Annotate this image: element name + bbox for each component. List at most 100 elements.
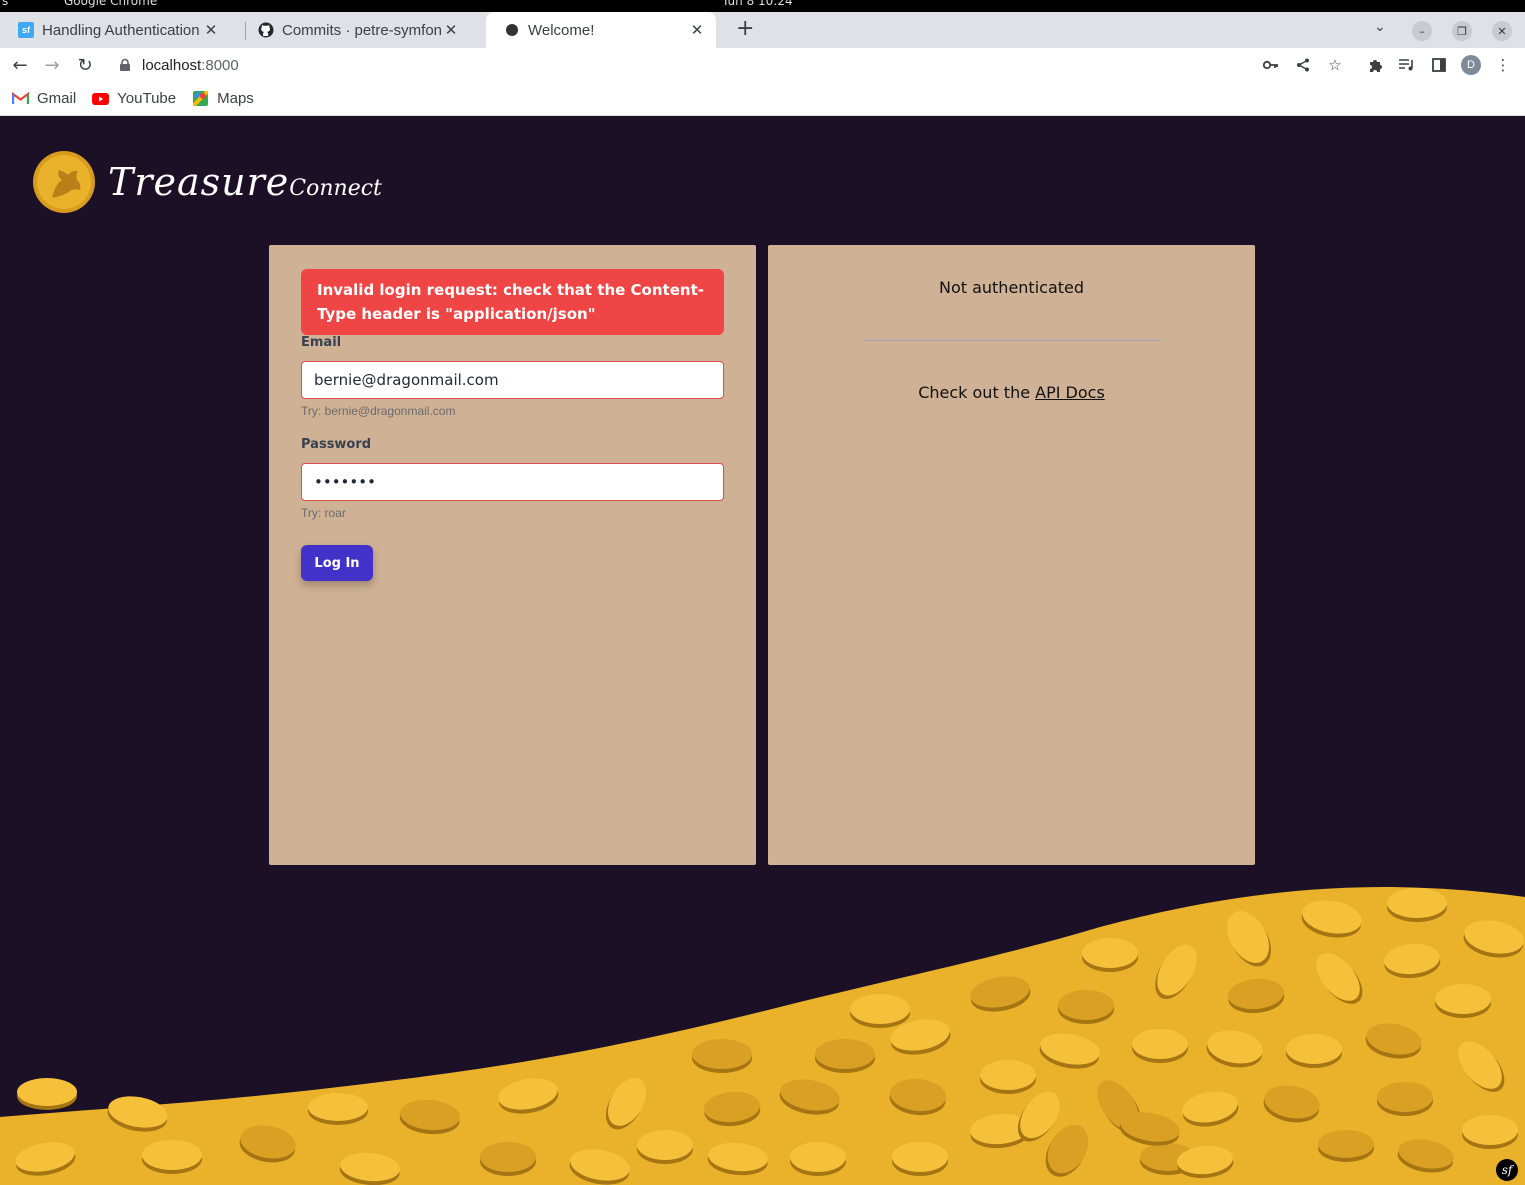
bookmarks-bar: Gmail YouTube Maps: [0, 82, 1525, 116]
gold-coin: [239, 1125, 296, 1163]
email-label: Email: [301, 335, 342, 350]
os-bar-fragment: s: [2, 0, 9, 8]
gold-coin: [1458, 1041, 1505, 1092]
gold-coin: [970, 976, 1031, 1012]
minimize-icon[interactable]: –: [1412, 21, 1432, 41]
gold-coin: [1318, 1130, 1374, 1162]
gold-coin: [637, 1130, 693, 1164]
reload-icon[interactable]: ↻: [73, 53, 97, 77]
gold-coin: [1435, 984, 1491, 1018]
api-docs-link[interactable]: API Docs: [1035, 383, 1105, 402]
bookmark-gmail[interactable]: Gmail: [12, 90, 76, 107]
bookmark-label: Maps: [217, 90, 254, 107]
restore-icon[interactable]: ❐: [1452, 21, 1472, 41]
gold-coin: [498, 1078, 559, 1114]
bookmark-youtube[interactable]: YouTube: [92, 90, 176, 107]
gold-coin: [1082, 938, 1138, 972]
youtube-icon: [92, 92, 110, 106]
gold-coin: [892, 1142, 948, 1176]
password-key-icon[interactable]: [1261, 55, 1281, 75]
gold-coin: [1462, 1115, 1518, 1149]
gold-coin: [15, 1142, 76, 1176]
address-bar[interactable]: localhost:8000: [108, 50, 1288, 80]
gold-coin: [1263, 1085, 1320, 1123]
gold-coin: [850, 994, 910, 1028]
gold-coin: [569, 1149, 630, 1185]
gold-coin: [707, 1142, 768, 1176]
gold-coin: [1227, 911, 1271, 967]
url-host: localhost: [142, 56, 202, 74]
password-field[interactable]: [301, 463, 724, 501]
profile-avatar[interactable]: D: [1461, 55, 1481, 75]
gold-coin-pile-illustration: [0, 887, 1525, 1185]
new-tab-icon[interactable]: +: [736, 16, 754, 41]
close-tab-icon[interactable]: ✕: [688, 21, 706, 39]
tab-handling-authentication[interactable]: sf Handling Authentication ✕: [0, 12, 230, 48]
bookmark-label: YouTube: [117, 90, 177, 107]
page-content: TreasureConnect Invalid login request: c…: [0, 117, 1525, 1185]
gold-coin: [1017, 1091, 1060, 1142]
brand-name-main: Treasure: [108, 160, 290, 204]
gold-coin: [480, 1142, 536, 1176]
gold-coin: [704, 1091, 761, 1127]
gold-coin: [1384, 943, 1441, 979]
brand-name: TreasureConnect: [108, 160, 382, 204]
tab-title: Commits · petre-symfony/: [282, 21, 442, 39]
tab-strip: sf Handling Authentication ✕ Commits · p…: [0, 12, 1525, 48]
tab-title: Handling Authentication: [42, 21, 200, 39]
gold-coin: [1301, 900, 1362, 938]
close-tab-icon[interactable]: ✕: [202, 21, 220, 39]
status-card: Not authenticated Check out the API Docs: [768, 245, 1255, 865]
gold-coin: [1387, 888, 1447, 922]
gold-coin: [1132, 1029, 1188, 1063]
gold-coin: [692, 1039, 752, 1073]
more-menu-icon[interactable]: ⋮: [1493, 55, 1513, 75]
treasureconnect-logo[interactable]: TreasureConnect: [32, 150, 382, 214]
gold-coin: [1286, 1034, 1342, 1068]
gold-coin: [339, 1152, 400, 1185]
close-window-icon[interactable]: ✕: [1492, 21, 1512, 41]
email-field[interactable]: [301, 361, 724, 399]
dragon-coin-icon: [33, 151, 95, 213]
gold-coin: [889, 1078, 946, 1116]
symfonycasts-icon: sf: [18, 22, 34, 38]
share-icon[interactable]: [1293, 55, 1313, 75]
gold-coin: [815, 1039, 875, 1073]
tab-title: Welcome!: [528, 21, 595, 39]
gold-coin: [1228, 978, 1285, 1014]
gold-coin: [1097, 1080, 1142, 1133]
back-icon[interactable]: ←: [8, 53, 32, 77]
close-tab-icon[interactable]: ✕: [442, 21, 460, 39]
tab-commits[interactable]: Commits · petre-symfony/ ✕: [240, 12, 470, 48]
password-label: Password: [301, 437, 372, 452]
login-button[interactable]: Log In: [301, 545, 373, 581]
gold-coin: [308, 1093, 368, 1125]
browser-toolbar: ← → ↻ localhost:8000 ☆ D ⋮: [0, 48, 1525, 82]
extensions-icon[interactable]: [1365, 55, 1385, 75]
tab-search-icon[interactable]: ⌄: [1374, 19, 1386, 35]
gold-coin: [1155, 944, 1197, 999]
gold-coin: [107, 1096, 168, 1132]
gold-coin: [970, 1113, 1031, 1149]
email-hint: Try: bernie@dragonmail.com: [301, 404, 456, 418]
os-top-bar: s Google Chrome Iun 8 10:24: [0, 0, 1525, 12]
auth-status-text: Not authenticated: [938, 278, 1085, 297]
tab-welcome[interactable]: Welcome! ✕: [486, 12, 716, 48]
github-icon: [258, 22, 274, 38]
gold-coin: [142, 1140, 202, 1174]
gold-coin: [1463, 920, 1524, 958]
gold-coin: [1177, 1145, 1234, 1179]
gold-coin: [890, 1019, 951, 1055]
gold-coin: [1206, 1030, 1263, 1068]
login-card: Invalid login request: check that the Co…: [269, 245, 756, 865]
media-control-icon[interactable]: [1397, 55, 1417, 75]
symfony-toolbar-badge[interactable]: sf: [1496, 1159, 1518, 1181]
gold-coin: [1119, 1112, 1180, 1146]
bookmark-maps[interactable]: Maps: [192, 90, 254, 107]
gold-coin: [1365, 1023, 1422, 1059]
gold-coin: [1045, 1124, 1089, 1177]
side-panel-icon[interactable]: [1429, 55, 1449, 75]
lock-icon[interactable]: [118, 58, 132, 72]
forward-icon[interactable]: →: [40, 53, 64, 77]
bookmark-star-icon[interactable]: ☆: [1325, 55, 1345, 75]
